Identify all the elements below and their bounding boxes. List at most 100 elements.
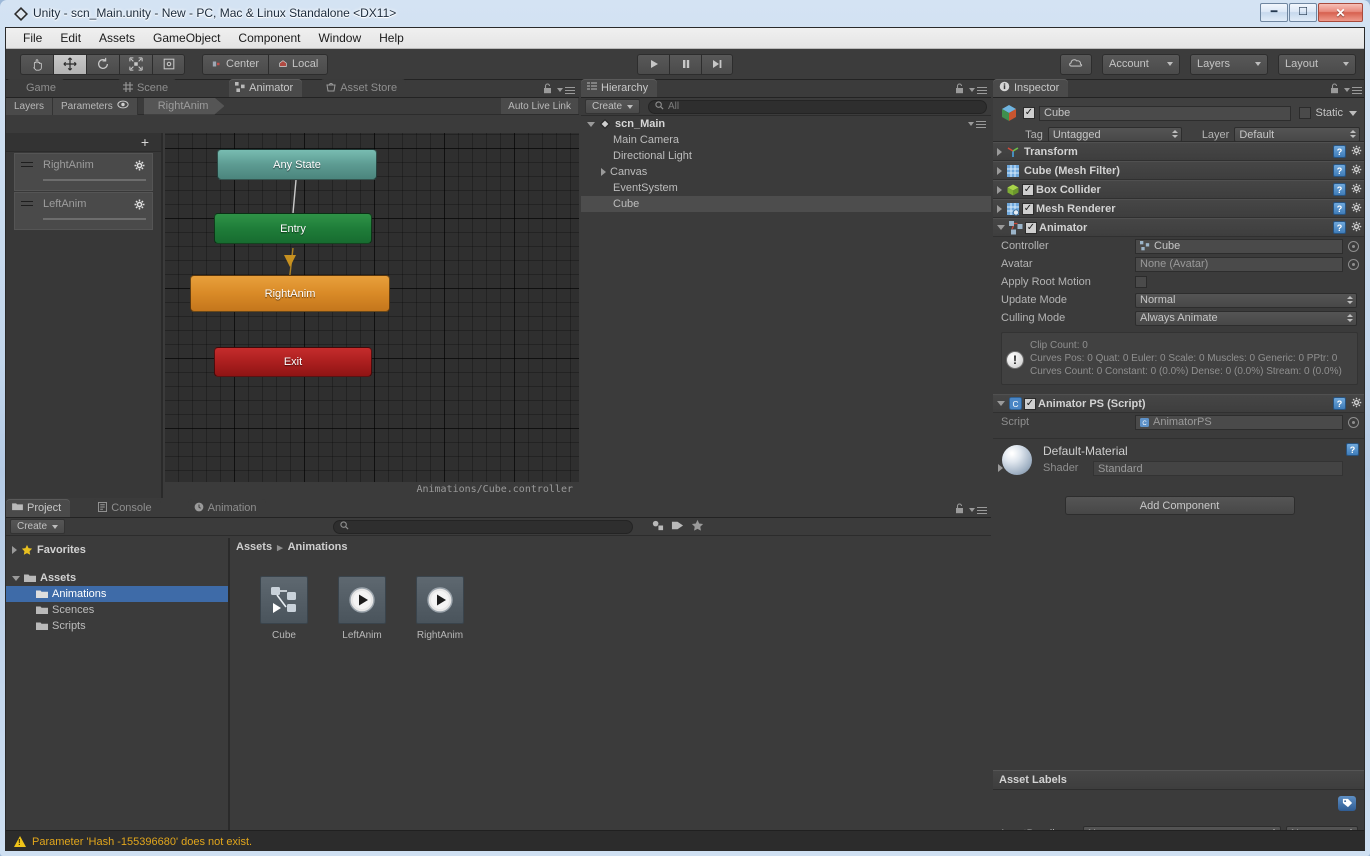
- project-tree-favorites[interactable]: Favorites: [6, 542, 228, 558]
- hierarchy-search-input[interactable]: All: [648, 99, 987, 114]
- layers-dropdown[interactable]: Layers: [1190, 53, 1268, 75]
- component-header-mesh-filter[interactable]: Cube (Mesh Filter) ?: [993, 161, 1364, 180]
- hierarchy-row-canvas[interactable]: Canvas: [581, 164, 991, 180]
- hierarchy-row-scene[interactable]: scn_Main: [581, 116, 991, 132]
- drag-handle-icon[interactable]: [21, 201, 33, 209]
- help-icon[interactable]: ?: [1333, 221, 1346, 234]
- gear-icon[interactable]: [1351, 183, 1362, 197]
- panel-menu-icon[interactable]: [969, 506, 987, 514]
- gameobject-active-checkbox[interactable]: ✓: [1023, 107, 1035, 119]
- animator-parameters-button[interactable]: Parameters: [53, 97, 138, 115]
- step-button[interactable]: [701, 53, 733, 75]
- menu-assets[interactable]: Assets: [90, 29, 144, 47]
- menu-file[interactable]: File: [14, 29, 51, 47]
- foldout-open-icon[interactable]: [587, 121, 595, 127]
- foldout-closed-icon[interactable]: [997, 166, 1002, 175]
- menu-gameobject[interactable]: GameObject: [144, 29, 229, 47]
- help-icon[interactable]: ?: [1333, 145, 1346, 158]
- box-collider-enabled-checkbox[interactable]: ✓: [1022, 183, 1034, 196]
- favorites-star-icon[interactable]: [691, 519, 704, 535]
- auto-live-link-button[interactable]: Auto Live Link: [501, 98, 578, 114]
- animator-layer-row[interactable]: RightAnim: [14, 153, 153, 191]
- gear-icon[interactable]: [1351, 202, 1362, 216]
- rotate-tool-button[interactable]: [86, 53, 119, 75]
- apply-root-motion-checkbox[interactable]: [1135, 276, 1147, 288]
- gameobject-name-field[interactable]: Cube: [1039, 105, 1292, 121]
- scene-menu-icon[interactable]: [968, 120, 986, 128]
- rect-tool-button[interactable]: [152, 53, 185, 75]
- tab-inspector[interactable]: Inspector: [993, 79, 1069, 97]
- tab-game[interactable]: Game: [6, 79, 65, 97]
- pivot-local-button[interactable]: Local: [268, 53, 329, 75]
- asset-item-cube[interactable]: Cube: [258, 576, 310, 641]
- tab-animator[interactable]: Animator: [229, 79, 303, 97]
- cloud-services-button[interactable]: [1060, 53, 1092, 75]
- shader-dropdown[interactable]: Standard: [1093, 461, 1343, 476]
- layer-dropdown[interactable]: Default: [1234, 127, 1360, 142]
- project-tree-animations[interactable]: Animations: [6, 586, 228, 602]
- state-node-exit[interactable]: Exit: [214, 347, 372, 377]
- minimize-button[interactable]: ━: [1260, 3, 1288, 22]
- menu-help[interactable]: Help: [370, 29, 413, 47]
- state-node-any-state[interactable]: Any State: [217, 149, 377, 180]
- tab-animation[interactable]: Animation: [187, 499, 266, 517]
- foldout-closed-icon[interactable]: [997, 185, 1002, 194]
- static-checkbox[interactable]: [1299, 107, 1312, 119]
- component-header-animator[interactable]: ✓ Animator ?: [993, 218, 1364, 237]
- maximize-button[interactable]: ☐: [1289, 3, 1317, 22]
- layout-dropdown[interactable]: Layout: [1278, 53, 1356, 75]
- project-create-button[interactable]: Create: [10, 519, 66, 534]
- hierarchy-create-button[interactable]: Create: [585, 99, 641, 114]
- panel-menu-icon[interactable]: [557, 86, 575, 94]
- controller-picker-button[interactable]: [1348, 240, 1359, 252]
- foldout-closed-icon[interactable]: [601, 168, 606, 176]
- mesh-renderer-enabled-checkbox[interactable]: ✓: [1022, 202, 1034, 215]
- script-enabled-checkbox[interactable]: ✓: [1024, 397, 1036, 410]
- culling-mode-dropdown[interactable]: Always Animate: [1135, 310, 1357, 326]
- gear-icon[interactable]: [134, 199, 145, 213]
- move-tool-button[interactable]: [53, 53, 86, 75]
- asset-item-rightanim[interactable]: RightAnim: [414, 576, 466, 641]
- tab-scene[interactable]: Scene: [116, 79, 178, 97]
- lock-icon[interactable]: [1330, 83, 1339, 97]
- component-header-mesh-renderer[interactable]: ✓ Mesh Renderer ?: [993, 199, 1364, 218]
- foldout-closed-icon[interactable]: [12, 546, 17, 554]
- tab-console[interactable]: Console: [92, 499, 161, 517]
- component-header-box-collider[interactable]: ✓ Box Collider ?: [993, 180, 1364, 199]
- gear-icon[interactable]: [1351, 397, 1362, 411]
- status-bar[interactable]: Parameter 'Hash -155396680' does not exi…: [6, 830, 1364, 850]
- foldout-closed-icon[interactable]: [997, 147, 1002, 156]
- lock-icon[interactable]: [543, 83, 552, 97]
- menu-component[interactable]: Component: [229, 29, 309, 47]
- gear-icon[interactable]: [1351, 221, 1362, 235]
- gear-icon[interactable]: [1351, 164, 1362, 178]
- avatar-object-field[interactable]: None (Avatar): [1135, 256, 1343, 272]
- controller-object-field[interactable]: Cube: [1135, 238, 1343, 254]
- filter-by-type-icon[interactable]: [651, 519, 664, 535]
- state-node-rightanim[interactable]: RightAnim: [190, 275, 390, 312]
- animator-layers-button[interactable]: Layers: [6, 97, 54, 115]
- add-layer-button[interactable]: +: [141, 135, 149, 149]
- project-tree-scripts[interactable]: Scripts: [6, 618, 228, 634]
- project-tree-assets[interactable]: Assets: [6, 570, 228, 586]
- breadcrumb-assets[interactable]: Assets: [236, 541, 272, 553]
- foldout-closed-icon[interactable]: [997, 204, 1002, 213]
- hierarchy-row-main-camera[interactable]: Main Camera: [581, 132, 991, 148]
- project-asset-browser[interactable]: Assets ▸ Animations Cube LeftAnim RightA…: [230, 538, 991, 832]
- filter-by-label-icon[interactable]: [671, 519, 684, 535]
- chevron-down-icon[interactable]: [1349, 110, 1357, 116]
- account-dropdown[interactable]: Account: [1102, 53, 1180, 75]
- script-object-field[interactable]: C AnimatorPS: [1135, 414, 1343, 430]
- tag-dropdown[interactable]: Untagged: [1047, 127, 1182, 142]
- script-picker-button[interactable]: [1348, 416, 1359, 428]
- pivot-center-button[interactable]: Center: [202, 53, 269, 75]
- animator-layer-row[interactable]: LeftAnim: [14, 192, 153, 230]
- project-search-input[interactable]: [333, 519, 634, 534]
- hierarchy-row-eventsystem[interactable]: EventSystem: [581, 180, 991, 196]
- gear-icon[interactable]: [1351, 145, 1362, 159]
- lock-icon[interactable]: [955, 503, 964, 517]
- layer-weight-slider[interactable]: [43, 179, 146, 181]
- close-button[interactable]: ✕: [1318, 3, 1363, 22]
- tab-asset-store[interactable]: Asset Store: [320, 79, 407, 97]
- layer-weight-slider[interactable]: [43, 218, 146, 220]
